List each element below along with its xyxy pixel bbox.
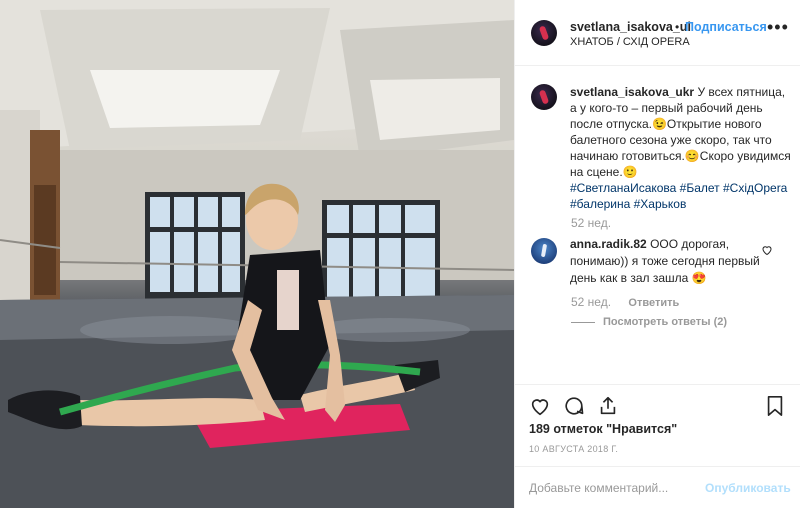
caption-meta: 52 нед. xyxy=(571,216,611,230)
heart-icon[interactable] xyxy=(529,395,551,417)
view-replies-button[interactable]: Посмотреть ответы (2) xyxy=(571,316,727,328)
ballet-studio-scene xyxy=(0,0,514,508)
caption-text: У всех пятница, а у кого-то – первый раб… xyxy=(570,85,791,179)
view-replies-label: Посмотреть ответы (2) xyxy=(603,316,728,328)
comments-section: svetlana_isakova_ukr У всех пятница, а у… xyxy=(515,66,800,384)
share-icon[interactable] xyxy=(597,395,619,417)
caption-username[interactable]: svetlana_isakova_ukr xyxy=(570,85,694,99)
author-username[interactable]: svetlana_isakova_ul xyxy=(570,20,691,34)
replies-divider xyxy=(571,321,595,323)
comment-icon[interactable] xyxy=(563,395,585,417)
commenter-avatar[interactable] xyxy=(531,238,557,264)
separator-dot: • xyxy=(675,20,680,34)
more-icon[interactable]: ••• xyxy=(767,18,789,36)
comment-input[interactable] xyxy=(529,479,705,497)
publish-button[interactable]: Опубликовать xyxy=(705,481,791,495)
comment: anna.radik.82 ООО дорогая, понимаю)) я т… xyxy=(570,236,770,287)
comment-username[interactable]: anna.radik.82 xyxy=(570,237,647,251)
caption-age: 52 нед. xyxy=(571,216,612,230)
reply-button[interactable]: Ответить xyxy=(628,297,679,309)
location-link[interactable]: ХНАТОБ / СХІД OPERA xyxy=(570,36,690,48)
post-photo[interactable] xyxy=(0,0,514,508)
caption: svetlana_isakova_ukr У всех пятница, а у… xyxy=(570,84,792,212)
post-header: svetlana_isakova_ul • Подписаться ХНАТОБ… xyxy=(515,0,800,66)
comment-like-heart-icon[interactable] xyxy=(761,244,773,256)
post-sidebar: svetlana_isakova_ul • Подписаться ХНАТОБ… xyxy=(514,0,800,508)
author-avatar[interactable] xyxy=(531,20,557,46)
add-comment-bar: Опубликовать xyxy=(515,466,800,508)
likes-count[interactable]: 189 отметок "Нравится" xyxy=(529,422,677,436)
comment-meta: 52 нед. Ответить xyxy=(571,295,679,309)
comment-age: 52 нед. xyxy=(571,295,612,309)
caption-hashtags[interactable]: #СветланаИсакова #Балет #СхідOpera #бале… xyxy=(570,181,787,211)
follow-button[interactable]: Подписаться xyxy=(685,20,767,34)
caption-avatar[interactable] xyxy=(531,84,557,110)
post-date: 10 АВГУСТА 2018 Г. xyxy=(529,444,619,454)
bookmark-icon[interactable] xyxy=(765,395,785,417)
